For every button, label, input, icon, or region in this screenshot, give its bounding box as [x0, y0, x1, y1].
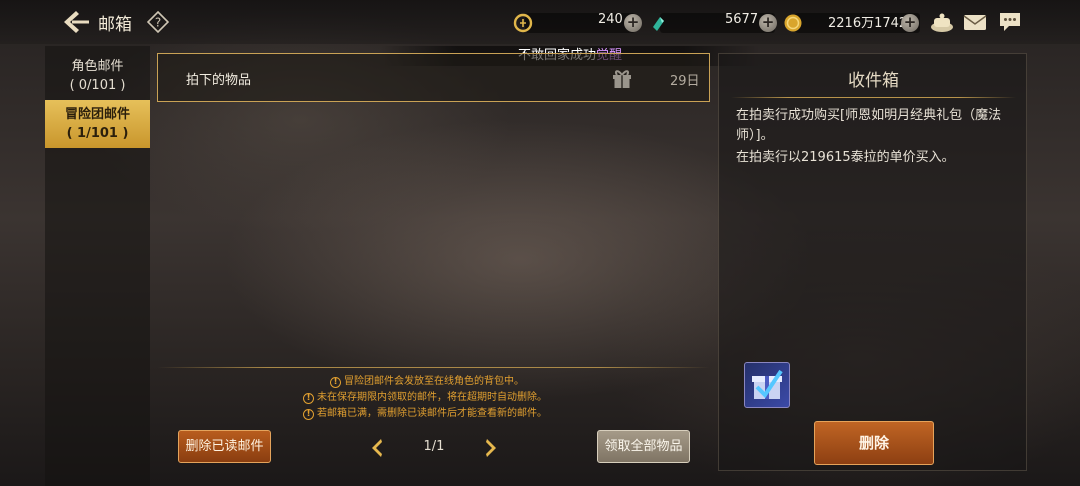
- mail-category-tabs: 角色邮件 ( 0/101 ) 冒险团邮件 ( 1/101 ): [45, 46, 150, 486]
- tab-count: ( 0/101 ): [69, 78, 126, 93]
- gold-coin-icon: [783, 13, 803, 33]
- detail-line-2: 在拍卖行以219615泰拉的单价买入。: [736, 150, 955, 165]
- notice-line-3: ! 若邮箱已满，需删除已读邮件后才能查看新的邮件。: [303, 404, 623, 420]
- svg-text:?: ?: [155, 16, 161, 30]
- mail-icon[interactable]: [962, 10, 988, 34]
- tab-label: 冒险团邮件: [64, 107, 130, 122]
- currency-value-gold: 2216万1742: [828, 16, 908, 31]
- top-bar: 邮箱 ? 240 + 5677 + 2216万1742 +: [0, 0, 1080, 44]
- add-tera-button[interactable]: +: [624, 14, 642, 32]
- list-item[interactable]: 拍下的物品 29日: [157, 53, 710, 102]
- notice-line-1: ! 冒险团邮件会发放至在线角色的背包中。: [330, 372, 650, 388]
- mail-title: 拍下的物品: [186, 73, 252, 88]
- warning-icon: !: [303, 409, 314, 420]
- prev-page-arrow-icon[interactable]: [369, 437, 385, 459]
- detail-divider: [731, 97, 1016, 98]
- notice-line-2: ! 未在保存期限内领取的邮件，将在超期时自动删除。: [303, 388, 623, 404]
- detail-line-1: 在拍卖行成功购买[师恩如明月经典礼包（魔法师）]。: [736, 108, 1002, 143]
- currency-value-tera: 240: [598, 12, 623, 27]
- mail-list: 拍下的物品 29日: [157, 53, 710, 363]
- tab-character-mail[interactable]: 角色邮件 ( 0/101 ): [45, 52, 150, 100]
- magic-gift-box-icon[interactable]: [744, 362, 790, 408]
- page-title: 邮箱: [98, 15, 132, 35]
- tab-label: 角色邮件: [71, 59, 124, 74]
- tab-adventure-team-mail[interactable]: 冒险团邮件 ( 1/101 ): [45, 100, 150, 148]
- currency-value-crystal: 5677: [725, 12, 759, 27]
- delete-read-mail-button[interactable]: 删除已读邮件: [178, 430, 271, 463]
- delete-button[interactable]: 删除: [814, 421, 934, 465]
- green-crystal-icon: [648, 13, 668, 33]
- add-crystal-button[interactable]: +: [759, 14, 777, 32]
- detail-title: 收件箱: [848, 71, 899, 91]
- page-indicator: 1/1: [423, 439, 445, 454]
- mail-expiry-days: 29日: [670, 74, 700, 89]
- add-gold-button[interactable]: +: [901, 14, 919, 32]
- help-icon[interactable]: ?: [146, 10, 170, 34]
- tab-count: ( 1/101 ): [66, 126, 129, 141]
- treasure-chest-icon[interactable]: [929, 10, 955, 34]
- chat-icon[interactable]: [997, 10, 1023, 34]
- mail-detail-panel: 收件箱 在拍卖行成功购买[师恩如明月经典礼包（魔法师）]。 在拍卖行以21961…: [718, 53, 1027, 471]
- next-page-arrow-icon[interactable]: [483, 437, 499, 459]
- claim-all-items-button[interactable]: 领取全部物品: [597, 430, 690, 463]
- tera-coin-icon: [513, 13, 533, 33]
- list-divider: [157, 367, 710, 368]
- gift-icon: [611, 67, 633, 89]
- warning-icon: !: [330, 377, 341, 388]
- warning-icon: !: [303, 393, 314, 404]
- back-arrow-icon[interactable]: [60, 8, 90, 36]
